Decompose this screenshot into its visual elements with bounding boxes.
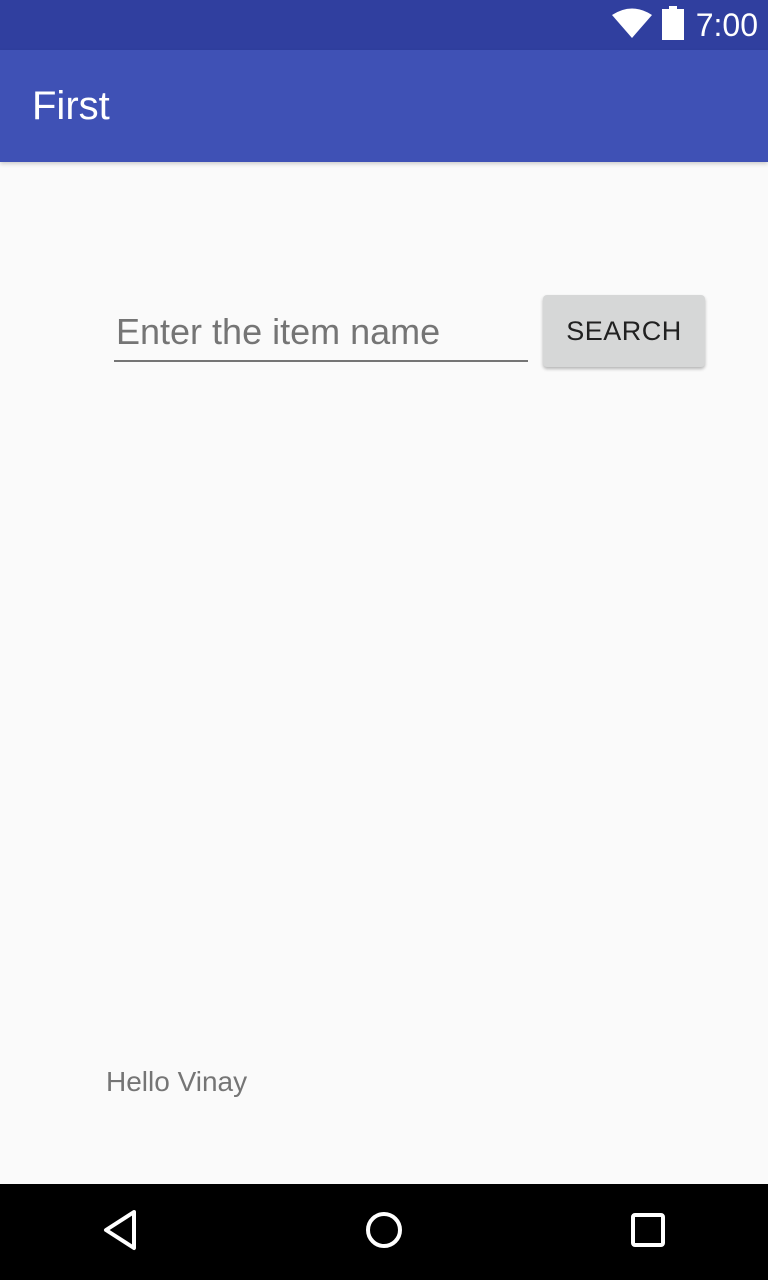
recents-button[interactable] — [618, 1202, 678, 1262]
recents-icon — [630, 1212, 666, 1253]
status-time: 7:00 — [695, 7, 758, 43]
back-icon — [100, 1209, 140, 1256]
status-icons: 7:00 — [611, 0, 758, 50]
navigation-bar — [0, 1184, 768, 1280]
search-button[interactable]: SEARCH — [543, 295, 705, 367]
status-bar: 7:00 — [0, 0, 768, 50]
wifi-icon — [611, 8, 652, 43]
home-button[interactable] — [354, 1202, 414, 1262]
greeting-text: Hello Vinay — [106, 1066, 248, 1097]
back-button[interactable] — [90, 1202, 150, 1262]
main-content: SEARCH Hello Vinay — [0, 162, 768, 1184]
home-icon — [364, 1210, 404, 1255]
item-name-input[interactable] — [114, 304, 528, 362]
battery-icon — [661, 5, 684, 45]
app-bar: First — [0, 50, 768, 162]
app-title: First — [32, 84, 110, 128]
